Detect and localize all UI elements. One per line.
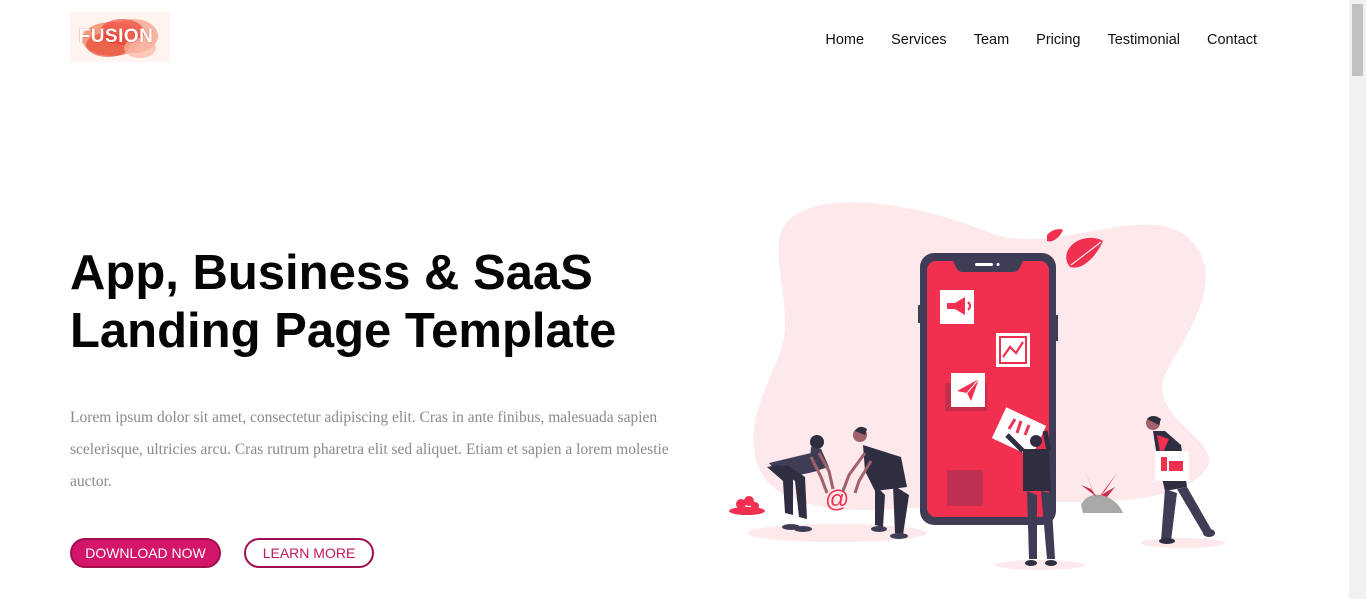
learn-more-button[interactable]: LEARN MORE [244,538,374,568]
app-tile [947,470,983,506]
hero-title: App, Business & SaaS Landing Page Templa… [70,244,710,360]
megaphone-icon [940,290,974,324]
nav-home[interactable]: Home [825,32,864,48]
nav-contact[interactable]: Contact [1207,32,1257,48]
hero-title-line1: App, Business & SaaS [70,246,593,300]
hero-illustration: @ [729,202,1225,570]
ground-shadow [995,560,1085,570]
brand-logo[interactable]: FUSION [70,12,170,62]
nav-services[interactable]: Services [891,32,947,48]
plant-icon [729,496,765,515]
send-icon [945,373,987,411]
page-scrollbar[interactable] [1349,0,1366,599]
nav-team[interactable]: Team [974,32,1009,48]
hero-title-line2: Landing Page Template [70,304,617,358]
hero-description: Lorem ipsum dolor sit amet, consectetur … [70,409,669,490]
nav-pricing[interactable]: Pricing [1036,32,1080,48]
nav-testimonial[interactable]: Testimonial [1107,32,1180,48]
logo-text: FUSION [78,26,154,47]
ground-shadow [1141,538,1225,548]
download-now-button[interactable]: DOWNLOAD NOW [70,538,221,568]
scrollbar-thumb[interactable] [1352,4,1363,76]
at-symbol-icon: @ [825,486,849,513]
chart-icon [996,333,1030,367]
main-nav: Home Services Team Pricing Testimonial C… [825,32,1257,48]
